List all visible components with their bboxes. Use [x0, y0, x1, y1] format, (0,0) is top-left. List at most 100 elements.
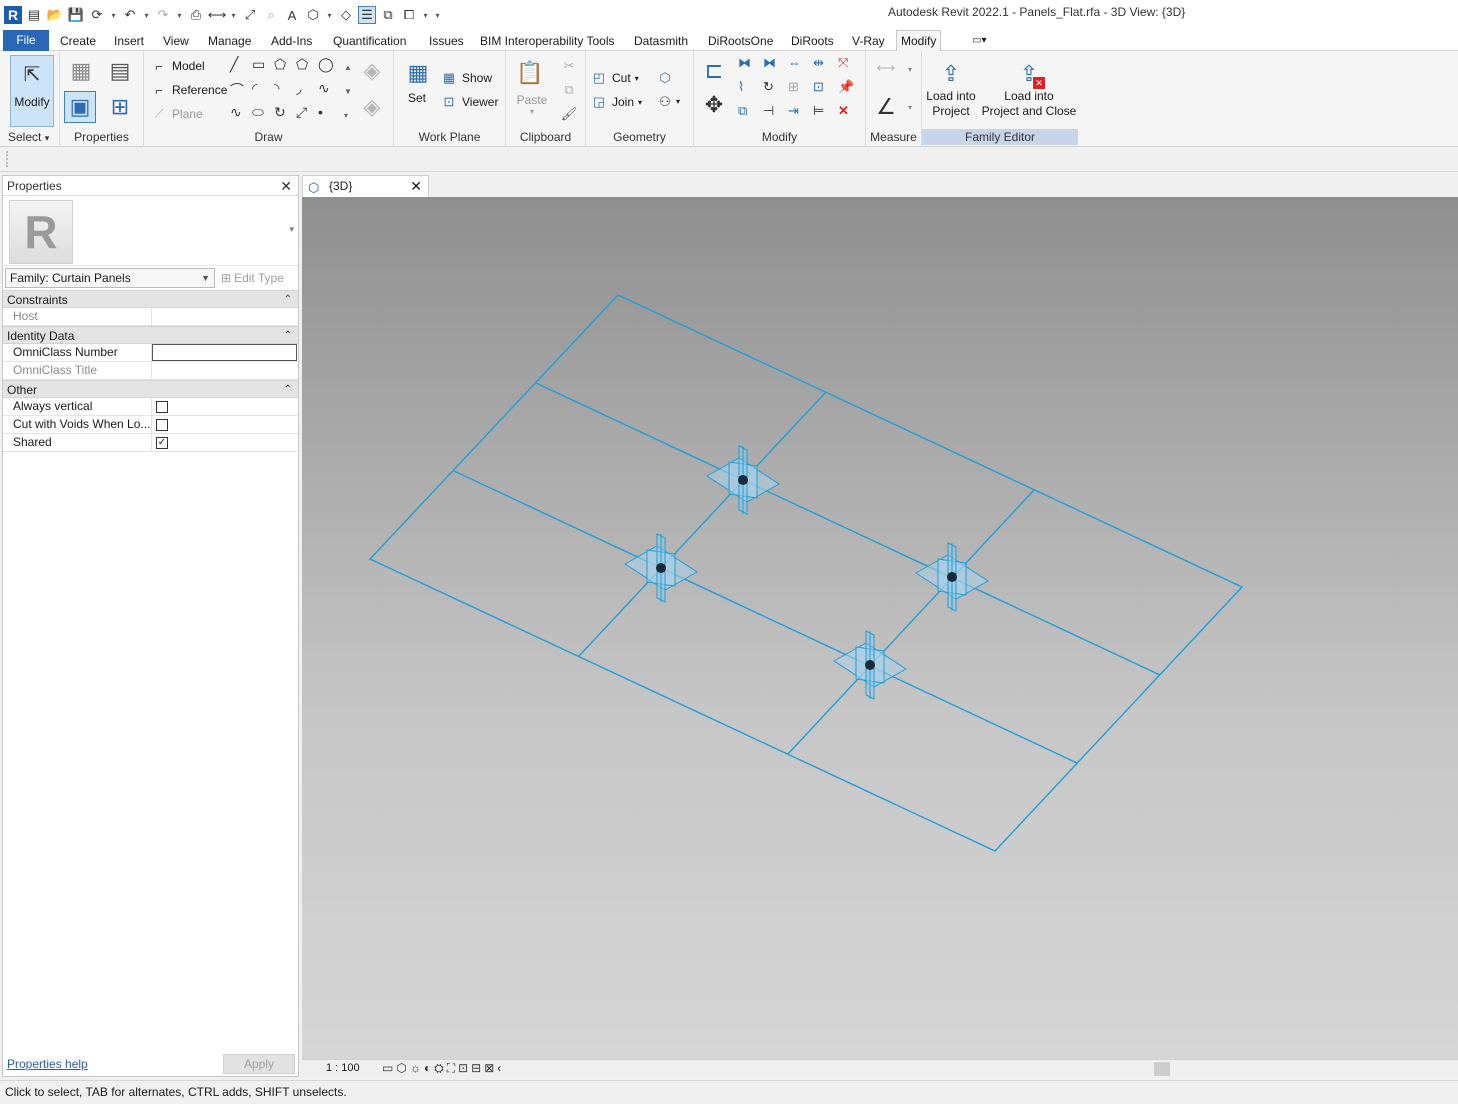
- work-plane-tool-2-icon[interactable]: ◈: [356, 91, 388, 123]
- tab-bim-interoperability-tools[interactable]: BIM Interoperability Tools: [476, 32, 619, 51]
- close-icon[interactable]: ✕: [410, 176, 422, 196]
- collapse-icon[interactable]: ⌃: [284, 327, 292, 345]
- family-category-icon[interactable]: ▦: [65, 55, 97, 87]
- align-icon[interactable]: ⊏: [698, 55, 730, 87]
- measure-dropdown-icon[interactable]: ▾: [229, 6, 238, 24]
- ribbon-minimize-toggle-icon[interactable]: ▭▾: [968, 32, 990, 51]
- cut-geometry-button[interactable]: ◰ Cut ▾: [590, 69, 639, 87]
- omniclass-number-input[interactable]: [152, 344, 297, 361]
- set-work-plane-button[interactable]: ▦ Set: [402, 57, 432, 105]
- split-gap-icon[interactable]: ⇥: [788, 103, 813, 127]
- dimension-dropdown-icon[interactable]: ▾: [908, 103, 912, 112]
- always-vertical-checkbox[interactable]: [156, 401, 168, 413]
- tab-manage[interactable]: Manage: [204, 32, 255, 51]
- fillet-arc-icon[interactable]: ◞: [296, 80, 318, 104]
- extend-single-icon[interactable]: ⊨: [813, 103, 838, 127]
- aligned-dimension-tool-icon[interactable]: ∠: [870, 91, 902, 123]
- apply-button[interactable]: Apply: [223, 1054, 295, 1074]
- wall-joins-icon[interactable]: ⚇: [656, 93, 674, 111]
- array-icon[interactable]: ⊞: [788, 79, 813, 103]
- show-crop-region-icon[interactable]: ⊡: [458, 1061, 468, 1076]
- pick-faces-icon[interactable]: ⤢: [296, 104, 318, 128]
- tab-file[interactable]: File: [3, 30, 49, 51]
- tab-v-ray[interactable]: V-Ray: [848, 32, 889, 51]
- tab-quantification[interactable]: Quantification: [329, 32, 410, 51]
- load-into-project-and-close-button[interactable]: ⇪ ✕ Load into Project and Close: [980, 57, 1078, 119]
- reference-line-button[interactable]: ⌐ Reference: [150, 81, 227, 99]
- copy-icon[interactable]: ⧉: [560, 81, 578, 99]
- properties-toggle-icon[interactable]: ▣: [64, 91, 96, 123]
- close-hidden-windows-icon[interactable]: ⧉: [379, 6, 397, 24]
- match-type-icon[interactable]: 🖌: [560, 105, 578, 123]
- split-element-icon[interactable]: ⇹: [813, 55, 838, 79]
- tab-create[interactable]: Create: [56, 32, 100, 51]
- start-end-arc-icon[interactable]: ⌒: [230, 80, 252, 104]
- cut-clipboard-icon[interactable]: ✂: [560, 57, 578, 75]
- draw-gallery-scroll[interactable]: ▲ ▼ ▾: [344, 56, 354, 128]
- section-icon[interactable]: ◇: [337, 6, 355, 24]
- tab-add-ins[interactable]: Add-Ins: [267, 32, 316, 51]
- mirror-draw-axis-icon[interactable]: ⧓: [763, 55, 788, 79]
- group-other[interactable]: Other ⌃: [3, 380, 298, 398]
- line-icon[interactable]: ╱: [230, 56, 252, 80]
- grid-line-v1[interactable]: [578, 391, 827, 657]
- spline-icon[interactable]: ∿: [318, 80, 340, 104]
- family-types-icon[interactable]: ▤: [104, 55, 136, 87]
- group-identity-data[interactable]: Identity Data ⌃: [3, 326, 298, 344]
- modify-button[interactable]: ⇱ Modify: [10, 55, 54, 127]
- tab-insert[interactable]: Insert: [110, 32, 148, 51]
- crop-view-icon[interactable]: ⛶: [447, 1061, 455, 1076]
- thin-lines-icon[interactable]: ☰: [358, 6, 376, 24]
- tab-issues[interactable]: Issues: [425, 32, 468, 51]
- scale-icon[interactable]: ⊡: [813, 79, 838, 103]
- select-dropdown[interactable]: Select ▾: [0, 129, 59, 145]
- partial-ellipse-icon[interactable]: ⬭: [252, 104, 274, 128]
- redo-dropdown-icon[interactable]: ▾: [175, 6, 184, 24]
- undo-icon[interactable]: ↶: [121, 6, 139, 24]
- customize-qat-icon[interactable]: ▾: [433, 6, 442, 24]
- inscribed-polygon-icon[interactable]: ⬠: [274, 56, 296, 80]
- aligned-dimension-icon[interactable]: ⤢: [241, 6, 259, 24]
- sync-icon[interactable]: ⟳: [88, 6, 106, 24]
- type-selector[interactable]: R ▾: [3, 196, 298, 266]
- type-properties-icon[interactable]: ⊞: [104, 91, 136, 123]
- tangent-arc-icon[interactable]: ◝: [274, 80, 296, 104]
- view-scale[interactable]: 1 : 100: [326, 1062, 360, 1074]
- print-icon[interactable]: ⎙: [187, 6, 205, 24]
- grid-line-u1[interactable]: [535, 382, 1161, 676]
- edit-type-button[interactable]: ⊞ Edit Type: [221, 268, 284, 288]
- center-end-arc-icon[interactable]: ◜: [252, 80, 274, 104]
- switch-windows-icon[interactable]: ⧠: [400, 6, 418, 24]
- collapse-icon[interactable]: ⌃: [284, 291, 292, 309]
- lock-3d-view-icon[interactable]: ⊟: [471, 1061, 481, 1076]
- circle-icon[interactable]: ◯: [318, 56, 340, 80]
- circumscribed-polygon-icon[interactable]: ⬠: [296, 56, 318, 80]
- family-filter-select[interactable]: Family: Curtain Panels ▼: [5, 268, 215, 288]
- sync-dropdown-icon[interactable]: ▾: [109, 6, 118, 24]
- default-3d-view-icon[interactable]: ⬡: [304, 6, 322, 24]
- save-icon[interactable]: 💾: [67, 6, 85, 24]
- unpin-icon[interactable]: ⤧: [838, 55, 863, 79]
- shadows-icon[interactable]: ◐: [424, 1061, 431, 1076]
- pick-lines-icon[interactable]: ↻: [274, 104, 296, 128]
- switch-windows-dropdown-icon[interactable]: ▾: [421, 6, 430, 24]
- rotate-icon[interactable]: ↻: [763, 79, 788, 103]
- undo-dropdown-icon[interactable]: ▾: [142, 6, 151, 24]
- reference-point-node[interactable]: [915, 542, 989, 612]
- reference-point-node[interactable]: [706, 445, 780, 515]
- trim-multiple-icon[interactable]: ⊣: [763, 103, 788, 127]
- tab-view[interactable]: View: [159, 32, 193, 51]
- load-into-project-button[interactable]: ⇪ Load into Project: [924, 57, 978, 119]
- offset-icon[interactable]: ⇔: [788, 55, 813, 79]
- reference-point-node[interactable]: [624, 533, 698, 603]
- application-menu-icon[interactable]: ▤: [25, 6, 43, 24]
- tab-diroots[interactable]: DiRoots: [787, 32, 838, 51]
- measure-between-icon[interactable]: ⟷: [870, 59, 902, 77]
- measure-icon[interactable]: ⟷: [208, 6, 227, 24]
- temporary-hide-icon[interactable]: ⊠: [484, 1061, 494, 1076]
- visual-style-icon[interactable]: ⬡: [396, 1061, 406, 1076]
- panel-outline[interactable]: [368, 294, 1244, 852]
- viewer-button[interactable]: ⊡ Viewer: [440, 93, 499, 111]
- redo-icon[interactable]: ↷: [154, 6, 172, 24]
- pin-icon[interactable]: 📌: [838, 79, 863, 103]
